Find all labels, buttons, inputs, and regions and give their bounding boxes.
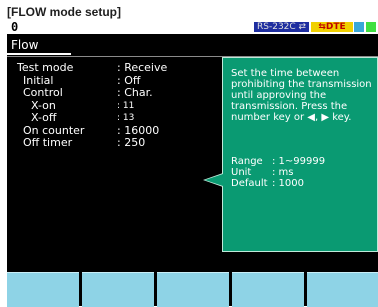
function-key-3[interactable] xyxy=(157,272,229,307)
unit-label: Unit xyxy=(231,167,252,178)
tab-underline xyxy=(7,53,71,55)
setting-value: : 13 xyxy=(117,113,135,123)
function-key-2[interactable] xyxy=(82,272,154,307)
figure-caption: [FLOW mode setup] xyxy=(7,5,121,19)
setting-value: : Char. xyxy=(117,86,153,99)
help-text: Set the time between prohibiting the tra… xyxy=(231,68,372,123)
help-pointer xyxy=(205,174,223,186)
status-bar: 0 RS-232C ⇄ ⇆DTE xyxy=(7,20,378,34)
range-label: Range xyxy=(231,156,263,167)
function-key-1[interactable] xyxy=(7,272,79,307)
setting-value: : 11 xyxy=(117,100,135,111)
signal-led-icon xyxy=(354,22,364,32)
function-key-4[interactable] xyxy=(232,272,304,307)
rs232c-indicator: RS-232C ⇄ xyxy=(254,22,309,32)
unit-value: : ms xyxy=(272,167,294,178)
setting-value: : Receive xyxy=(117,61,168,74)
tab-flow[interactable]: Flow xyxy=(11,38,38,52)
default-value: : 1000 xyxy=(272,178,304,189)
power-led-icon xyxy=(366,22,376,32)
setting-label: Control xyxy=(23,86,63,99)
function-key-5[interactable] xyxy=(307,272,378,307)
help-balloon: Set the time between prohibiting the tra… xyxy=(222,57,378,252)
setting-value: : 250 xyxy=(117,136,146,149)
function-key-bar xyxy=(7,270,378,307)
status-counter: 0 xyxy=(11,20,19,34)
default-label: Default xyxy=(231,178,268,189)
device-screen: 0 RS-232C ⇄ ⇆DTE Flow Test mode : Receiv… xyxy=(7,20,378,307)
setting-label: X-off xyxy=(31,111,57,124)
setting-label: Test mode xyxy=(17,61,74,74)
range-value: : 1~99999 xyxy=(272,156,326,167)
dte-indicator: ⇆DTE xyxy=(311,22,353,32)
setting-label: Off timer xyxy=(23,136,73,149)
